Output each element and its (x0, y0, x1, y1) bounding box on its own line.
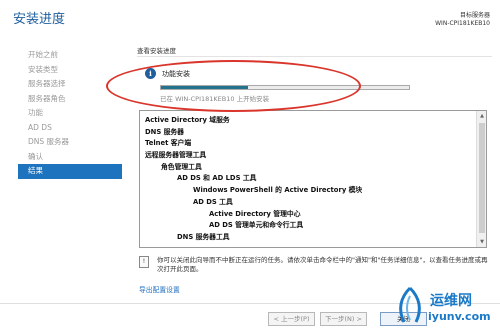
sidebar-item-before-you-begin[interactable]: 开始之前 (18, 48, 122, 63)
watermark: 运维网 iyunv.com (384, 282, 500, 331)
feature-item: DNS 服务器 (145, 127, 184, 136)
sidebar-item-confirmation[interactable]: 确认 (18, 150, 122, 165)
section-label: 查看安装进度 (137, 47, 176, 55)
feature-item: 远程服务器管理工具 (145, 151, 207, 160)
feature-item: Active Directory 域服务 (145, 116, 230, 124)
target-server-label: 目标服务器 (459, 12, 490, 19)
info-note: ! 你可以关闭此向导而不中断正在运行的任务。请依次单击命令栏中的"通知"和"任务… (139, 256, 489, 274)
section-divider (137, 56, 492, 57)
watermark-logo-icon (399, 286, 421, 323)
sidebar-item-features[interactable]: 功能 (18, 106, 122, 121)
previous-button[interactable]: < 上一步(P) (268, 312, 315, 326)
vertical-scrollbar[interactable]: ▲ ▼ (476, 111, 486, 247)
target-server-info: 目标服务器 WIN-CPI181KEB10 (435, 12, 490, 28)
note-text: 你可以关闭此向导而不中断正在运行的任务。请依次单击命令栏中的"通知"和"任务详细… (157, 256, 488, 273)
feature-list: Active Directory 域服务 DNS 服务器 Telnet 客户端远程服… (145, 115, 472, 244)
feature-item: AD DS 管理单元和命令行工具 (209, 221, 304, 230)
main-content: 查看安装进度 (137, 45, 493, 55)
note-icon: ! (139, 256, 149, 268)
feature-item: 角色管理工具 (161, 162, 202, 171)
target-server-name: WIN-CPI181KEB10 (435, 20, 490, 27)
scroll-up-icon[interactable]: ▲ (478, 112, 486, 120)
sidebar-item-ad-ds[interactable]: AD DS (18, 121, 122, 136)
scroll-thumb[interactable] (479, 123, 485, 233)
feature-item: AD DS 工具 (193, 197, 233, 206)
feature-item: DNS 服务器工具 (177, 232, 230, 241)
feature-item: Windows PowerShell 的 Active Directory 模块 (193, 186, 363, 195)
wizard-sidebar: 开始之前 安装类型 服务器选择 服务器角色 功能 AD DS DNS 服务器 确… (18, 48, 122, 179)
watermark-url: iyunv.com (428, 310, 491, 323)
sidebar-item-dns-server[interactable]: DNS 服务器 (18, 135, 122, 150)
sidebar-item-installation-type[interactable]: 安装类型 (18, 63, 122, 78)
watermark-brand: 运维网 (430, 293, 472, 309)
sidebar-item-server-roles[interactable]: 服务器角色 (18, 92, 122, 107)
sidebar-item-results[interactable]: 结果 (18, 164, 122, 179)
feature-item: AD DS 和 AD LDS 工具 (177, 174, 257, 183)
feature-list-box[interactable]: Active Directory 域服务 DNS 服务器 Telnet 客户端远程服… (139, 110, 487, 248)
feature-item: Active Directory 管理中心 (209, 209, 301, 218)
red-annotation-ellipse (106, 60, 361, 112)
page-title: 安装进度 (13, 12, 66, 27)
next-button[interactable]: 下一步(N) > (320, 312, 367, 326)
export-settings-link[interactable]: 导出配置设置 (139, 284, 180, 294)
scroll-down-icon[interactable]: ▼ (478, 238, 486, 246)
feature-item: Telnet 客户端 (145, 139, 192, 148)
